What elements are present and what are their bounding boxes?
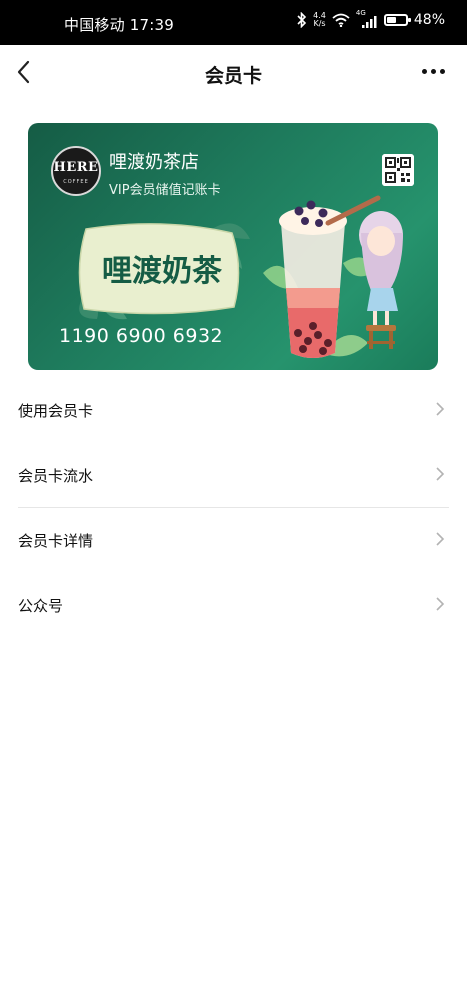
chevron-right-icon <box>436 467 445 481</box>
nav-bar: 会员卡 <box>0 45 467 101</box>
battery-icon <box>383 14 411 26</box>
menu-item-label: 公众号 <box>18 597 64 615</box>
card-type: VIP会员储值记账卡 <box>109 183 221 198</box>
store-logo-subtext: COFFEE <box>63 179 89 185</box>
bluetooth-icon <box>297 12 307 28</box>
cellular-signal: 4G <box>356 9 378 28</box>
menu-item-card-details[interactable]: 会员卡详情 <box>0 507 467 572</box>
menu-item-label: 会员卡流水 <box>18 467 94 485</box>
store-logo-text: HERE <box>53 160 99 175</box>
card-menu: 使用会员卡 会员卡流水 会员卡详情 公众号 <box>0 377 467 637</box>
battery-level <box>386 17 396 23</box>
store-name: 哩渡奶茶店 <box>109 152 199 173</box>
store-logo: HERE COFFEE <box>51 146 101 196</box>
banner-text: 哩渡奶茶 <box>102 254 223 289</box>
menu-item-label: 使用会员卡 <box>18 402 94 420</box>
menu-item-card-transactions[interactable]: 会员卡流水 <box>0 442 467 507</box>
wifi-icon <box>332 13 350 27</box>
qr-code-icon[interactable] <box>382 154 414 186</box>
more-options-icon[interactable] <box>422 69 445 74</box>
page-title: 会员卡 <box>204 65 262 87</box>
battery-percent: 48% <box>413 12 445 28</box>
network-speed-unit: K/s <box>313 19 326 28</box>
membership-card[interactable]: HERE COFFEE 哩渡奶茶店 VIP会员储值记账卡 哩渡奶茶 1190 6… <box>28 123 438 370</box>
status-bar: 中国移动 17:39 4.4 K/s 4G 48% <box>0 0 467 45</box>
chevron-right-icon <box>436 532 445 546</box>
bubble-tea-illustration <box>263 195 403 358</box>
signal-icon <box>361 16 377 28</box>
carrier-time: 中国移动 17:39 <box>64 16 174 34</box>
status-icons: 4.4 K/s 4G 48% <box>297 9 445 28</box>
menu-item-label: 会员卡详情 <box>18 532 94 550</box>
card-banner: 哩渡奶茶 <box>78 223 250 320</box>
menu-item-official-account[interactable]: 公众号 <box>0 572 467 637</box>
network-speed: 4.4 K/s <box>313 12 326 28</box>
chevron-right-icon <box>436 597 445 611</box>
card-number: 1190 6900 6932 <box>59 325 224 347</box>
chevron-right-icon <box>436 402 445 416</box>
menu-item-use-card[interactable]: 使用会员卡 <box>0 377 467 442</box>
